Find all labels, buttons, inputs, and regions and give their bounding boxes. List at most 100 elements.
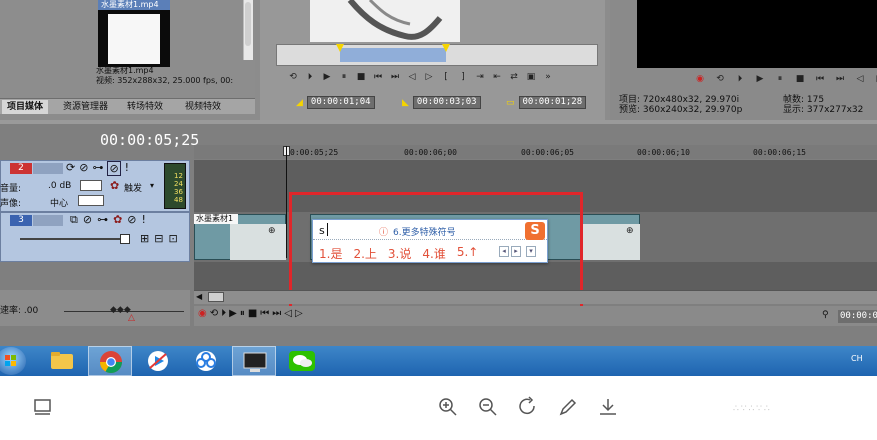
scroll-left-icon[interactable]: ◀: [196, 292, 202, 301]
track3-fx-icon[interactable]: ⊘: [83, 213, 92, 227]
tab-video-fx[interactable]: 视频特效: [180, 100, 226, 114]
track2-motion-icon[interactable]: ⟳: [66, 161, 75, 176]
transport-next-frame-icon[interactable]: ▷: [295, 308, 303, 319]
preview-go-start-icon[interactable]: ⏮: [813, 72, 827, 86]
record-icon[interactable]: ◉: [693, 72, 707, 86]
preview-play-icon[interactable]: ▶: [753, 72, 767, 86]
meter-tick: 36: [174, 188, 183, 196]
taskbar-wechat[interactable]: [280, 346, 324, 376]
transport-prev-frame-icon[interactable]: ◁: [284, 308, 292, 319]
track3-lock-icon[interactable]: ⊟: [154, 232, 163, 245]
mark-in-icon[interactable]: [: [439, 70, 453, 84]
track2-touch-dropdown-icon[interactable]: ▾: [150, 181, 154, 190]
preview-loop-icon[interactable]: ⟲: [713, 72, 727, 86]
track3-opacity-slider[interactable]: [120, 234, 130, 244]
hscroll-thumb[interactable]: [208, 292, 224, 302]
play-from-start-icon[interactable]: ⏵: [303, 70, 317, 84]
mark-out-icon[interactable]: ]: [456, 70, 470, 84]
timeline-hscroll[interactable]: [194, 290, 877, 304]
preview-prev-frame-icon[interactable]: ◁: [853, 72, 867, 86]
more-icon[interactable]: »: [541, 70, 555, 84]
track3-motion-icon[interactable]: ⧉: [70, 213, 78, 227]
ruler-label: 00:00:06;05: [521, 148, 574, 157]
tab-explorer[interactable]: 资源管理器: [58, 100, 113, 114]
input-language-indicator[interactable]: CH: [851, 354, 863, 363]
track2-gear-icon[interactable]: ✿: [110, 179, 119, 192]
in-timecode[interactable]: 00:00:01;04: [306, 96, 375, 109]
track3-expand-icon[interactable]: ⊡: [168, 232, 177, 245]
zoom-out-icon[interactable]: [477, 396, 499, 418]
stop-icon[interactable]: ■: [354, 70, 368, 84]
pause-icon[interactable]: ⏸: [337, 70, 351, 84]
track2-composite-icon[interactable]: ⊶: [92, 161, 103, 176]
media-scrollbar-thumb[interactable]: [245, 2, 251, 46]
download-icon[interactable]: [597, 396, 619, 418]
transport-go-start-icon[interactable]: ⏮: [260, 308, 269, 319]
go-end-icon[interactable]: ⏭: [388, 70, 402, 84]
preview-pause-icon[interactable]: ⏸: [773, 72, 787, 86]
transport-stop-icon[interactable]: ■: [248, 308, 257, 319]
track2-number: 2: [10, 163, 32, 174]
taskbar-chrome[interactable]: [88, 346, 132, 376]
track2-solo-icon[interactable]: !: [125, 161, 129, 176]
transport-controls: ◉ ⟲ ⏵ ▶ ⏸ ■ ⏮ ⏭ ◁ ▷: [198, 308, 303, 319]
next-frame-icon[interactable]: ▷: [422, 70, 436, 84]
edit-pencil-icon[interactable]: [557, 396, 579, 418]
loop-icon[interactable]: ⟲: [286, 70, 300, 84]
taskbar-vegas[interactable]: [232, 346, 276, 376]
fx-marker-icon[interactable]: ⊕: [268, 226, 276, 236]
duration-timecode[interactable]: 00:00:01;28: [518, 96, 587, 109]
preview-frame-count: 帧数: 175: [783, 95, 825, 105]
overwrite-icon[interactable]: ⇄: [507, 70, 521, 84]
track2-volume-slider[interactable]: [80, 180, 102, 191]
track2-mute-icon[interactable]: ⊘: [107, 161, 121, 176]
media-filename: 水墨素材1.mp4: [96, 66, 154, 75]
transport-record-icon[interactable]: ◉: [198, 308, 207, 319]
play-icon[interactable]: ▶: [320, 70, 334, 84]
add-to-timeline-icon[interactable]: ⇥: [473, 70, 487, 84]
track3-gear-icon[interactable]: ✿: [113, 213, 122, 227]
taskbar-video-player[interactable]: [136, 346, 180, 376]
out-timecode[interactable]: 00:00:03;03: [412, 96, 481, 109]
track3-solo-icon[interactable]: !: [142, 213, 146, 227]
tab-transitions[interactable]: 转场特效: [122, 100, 168, 114]
preview-next-frame-icon[interactable]: ▷: [873, 72, 877, 86]
zoom-in-icon[interactable]: [437, 396, 459, 418]
track3-name-field[interactable]: [33, 215, 63, 226]
track3-opacity-track[interactable]: [20, 238, 130, 240]
start-orb-icon[interactable]: [0, 347, 26, 375]
ruler-label: 00:00:06;00: [404, 148, 457, 157]
track3-mute-icon[interactable]: ⊘: [127, 213, 136, 227]
taskbar-baidu-netdisk[interactable]: [184, 346, 228, 376]
transport-loop-icon[interactable]: ⟲: [210, 308, 218, 319]
go-start-icon[interactable]: ⏮: [371, 70, 385, 84]
fit-screen-icon[interactable]: [32, 396, 54, 418]
track2-fx-icon[interactable]: ⊘: [79, 161, 88, 176]
track3-composite-icon[interactable]: ⊶: [97, 213, 108, 227]
transport-play-icon[interactable]: ▶: [229, 308, 237, 319]
transport-play-start-icon[interactable]: ⏵: [221, 308, 226, 319]
fx-marker-icon[interactable]: ⊕: [626, 226, 634, 236]
rate-label: 速率: .00: [0, 306, 39, 316]
selected-media-label[interactable]: 水墨素材1.mp4: [98, 0, 170, 10]
trimmer-out-time: ◣ 00:00:03;03: [402, 96, 481, 109]
track2-name-field[interactable]: [33, 163, 63, 174]
transport-go-end-icon[interactable]: ⏭: [272, 308, 281, 319]
transport-pause-icon[interactable]: ⏸: [240, 308, 245, 319]
preview-go-end-icon[interactable]: ⏭: [833, 72, 847, 86]
insert-icon[interactable]: ⇤: [490, 70, 504, 84]
rotate-icon[interactable]: [517, 396, 539, 418]
video-preview-screen: [637, 0, 877, 68]
preview-stop-icon[interactable]: ■: [793, 72, 807, 86]
track2-volume-value: .0 dB: [48, 181, 72, 191]
track3-envelope-icon[interactable]: ⊞: [140, 232, 149, 245]
track2-pan-slider[interactable]: [78, 195, 104, 206]
end-timecode[interactable]: 00:00:05: [838, 310, 877, 323]
snapshot-icon[interactable]: ▣: [524, 70, 538, 84]
tab-project-media[interactable]: 项目媒体: [2, 100, 49, 114]
taskbar-file-explorer[interactable]: [40, 346, 84, 376]
prev-frame-icon[interactable]: ◁: [405, 70, 419, 84]
preview-play-from-start-icon[interactable]: ⏵: [733, 72, 747, 86]
rate-marker-icon[interactable]: △: [128, 313, 135, 323]
panel-splitter[interactable]: [0, 120, 877, 124]
